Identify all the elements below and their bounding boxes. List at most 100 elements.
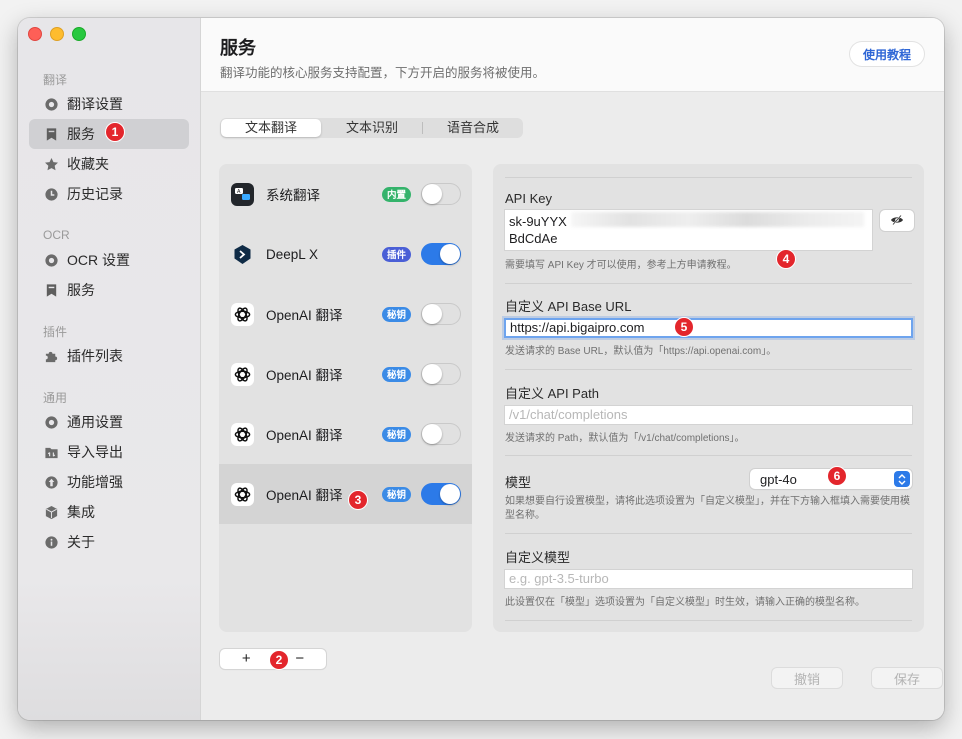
service-row-openai-1[interactable]: OpenAI 翻译 秘钥 — [219, 284, 472, 344]
import-export-icon — [43, 444, 59, 460]
annotation-marker-3: 3 — [348, 490, 368, 510]
sidebar-item-ocr-services[interactable]: 服务 — [29, 275, 189, 305]
eye-slash-icon — [890, 212, 904, 230]
model-hint: 如果想要自行设置模型，请将此选项设置为「自定义模型」，并在下方输入框填入需要使用… — [505, 496, 910, 521]
sidebar-item-integrations[interactable]: 集成 — [29, 497, 189, 527]
service-name: OpenAI 翻译 — [266, 308, 343, 323]
star-icon — [43, 156, 59, 172]
service-type-tabs: 文本翻译 文本识别 语音合成 — [220, 118, 523, 138]
divider — [505, 283, 912, 284]
openai-logo — [231, 422, 254, 446]
service-list: A 系统翻译 内置 DeepL X 插件 OpenAI 翻译 秘钥 OpenAI… — [219, 164, 472, 632]
toggle-knob — [422, 424, 442, 444]
base-url-field[interactable]: https://api.bigaipro.com — [504, 318, 913, 338]
api-key-line-2: BdCdAe — [509, 231, 558, 246]
base-url-hint: 发送请求的 Base URL，默认值为「https://api.openai.c… — [505, 346, 777, 357]
cancel-button[interactable]: 撤销 — [772, 668, 842, 688]
service-toggle[interactable] — [421, 303, 461, 325]
close-window-button[interactable] — [28, 27, 42, 41]
service-name: OpenAI 翻译 — [266, 368, 343, 383]
model-select-value: gpt-4o — [760, 471, 797, 487]
tab-speech-synthesis[interactable]: 语音合成 — [423, 119, 523, 137]
sidebar-item-about[interactable]: 关于 — [29, 527, 189, 557]
custom-model-field[interactable]: e.g. gpt-3.5-turbo — [504, 569, 913, 589]
sidebar-item-label: 插件列表 — [67, 348, 123, 364]
window-controls — [28, 27, 86, 41]
chevron-up-down-icon — [894, 471, 910, 487]
minimize-window-button[interactable] — [50, 27, 64, 41]
divider — [505, 369, 912, 370]
sidebar-item-label: 集成 — [67, 504, 95, 520]
service-toggle[interactable] — [421, 183, 461, 205]
service-row-deepl[interactable]: DeepL X 插件 — [219, 224, 472, 284]
tab-text-recognition[interactable]: 文本识别 — [322, 119, 422, 137]
gear-icon — [43, 252, 59, 268]
annotation-marker-6: 6 — [827, 466, 847, 486]
section-label-plugins: 插件 — [43, 325, 68, 339]
cube-icon — [43, 504, 59, 520]
service-name: OpenAI 翻译 — [266, 428, 343, 443]
puzzle-icon — [43, 348, 59, 364]
service-toggle[interactable] — [421, 423, 461, 445]
tab-text-translation[interactable]: 文本翻译 — [221, 119, 321, 137]
service-row-openai-2[interactable]: OpenAI 翻译 秘钥 — [219, 344, 472, 404]
sidebar-item-favorites[interactable]: 收藏夹 — [29, 149, 189, 179]
api-path-field[interactable]: /v1/chat/completions — [504, 405, 913, 425]
annotation-marker-2: 2 — [269, 650, 289, 670]
api-key-field[interactable]: sk-9uYYX BdCdAe — [504, 209, 873, 251]
model-label: 模型 — [505, 475, 532, 490]
service-row-openai-4[interactable]: OpenAI 翻译 秘钥 — [219, 464, 472, 524]
sidebar-item-ocr-settings[interactable]: OCR 设置 — [29, 245, 189, 275]
sidebar-item-history[interactable]: 历史记录 — [29, 179, 189, 209]
clock-icon — [43, 186, 59, 202]
section-label-ocr: OCR — [43, 228, 70, 242]
system-translate-logo: A — [231, 182, 254, 206]
zoom-window-button[interactable] — [72, 27, 86, 41]
annotation-marker-5: 5 — [674, 317, 694, 337]
annotation-marker-4: 4 — [776, 249, 796, 269]
sidebar-item-translate-settings[interactable]: 翻译设置 — [29, 89, 189, 119]
sidebar-item-plugin-list[interactable]: 插件列表 — [29, 341, 189, 371]
info-icon — [43, 534, 59, 550]
service-row-openai-3[interactable]: OpenAI 翻译 秘钥 — [219, 404, 472, 464]
tutorial-button[interactable]: 使用教程 — [849, 42, 924, 66]
service-tag-key: 秘钥 — [382, 426, 412, 442]
service-toggle[interactable] — [421, 243, 461, 265]
sidebar-item-general-settings[interactable]: 通用设置 — [29, 407, 189, 437]
service-tag-key: 秘钥 — [382, 366, 412, 382]
svg-text:A: A — [237, 189, 241, 195]
sidebar-item-label: 服务 — [67, 282, 95, 298]
deepl-logo — [231, 243, 254, 266]
toggle-knob — [422, 304, 442, 324]
preferences-window: 翻译 翻译设置 服务 收藏夹 历史记录 OCR OCR 设置 服务 插件 插件列… — [18, 18, 944, 720]
api-path-hint: 发送请求的 Path，默认值为「/v1/chat/completions」。 — [505, 433, 745, 444]
sidebar-item-enhancements[interactable]: 功能增强 — [29, 467, 189, 497]
toggle-knob — [422, 184, 442, 204]
custom-model-hint: 此设置仅在「模型」选项设置为「自定义模型」时生效，请输入正确的模型名称。 — [505, 597, 865, 608]
page-header: 服务 翻译功能的核心服务支持配置，下方开启的服务将被使用。 使用教程 — [201, 18, 944, 92]
save-button[interactable]: 保存 — [872, 668, 942, 688]
openai-logo — [231, 362, 254, 386]
base-url-label: 自定义 API Base URL — [505, 299, 632, 314]
api-key-hint: 需要填写 API Key 才可以使用，参考上方申请教程。 — [505, 260, 737, 271]
service-name: 系统翻译 — [266, 188, 320, 203]
annotation-marker-1: 1 — [105, 122, 125, 142]
sidebar-item-label: 服务 — [67, 126, 95, 142]
up-arrow-icon — [43, 474, 59, 490]
sidebar-item-label: 收藏夹 — [67, 156, 109, 172]
custom-model-label: 自定义模型 — [505, 550, 571, 565]
sidebar-item-label: 翻译设置 — [67, 96, 123, 112]
add-service-button[interactable]: + — [220, 649, 273, 669]
toggle-visibility-button[interactable] — [880, 210, 914, 231]
divider — [505, 177, 912, 178]
service-toggle[interactable] — [421, 483, 461, 505]
service-toggle[interactable] — [421, 363, 461, 385]
sidebar-item-import-export[interactable]: 导入导出 — [29, 437, 189, 467]
service-tag-key: 秘钥 — [382, 306, 412, 322]
sidebar: 翻译 翻译设置 服务 收藏夹 历史记录 OCR OCR 设置 服务 插件 插件列… — [18, 18, 201, 720]
sidebar-item-label: OCR 设置 — [67, 252, 130, 268]
service-name: OpenAI 翻译 — [266, 488, 343, 503]
openai-logo — [231, 482, 254, 506]
service-row-system-translate[interactable]: A 系统翻译 内置 — [219, 164, 472, 224]
service-config-panel: API Key sk-9uYYX BdCdAe 需要填写 API Key 才可以… — [493, 164, 924, 632]
